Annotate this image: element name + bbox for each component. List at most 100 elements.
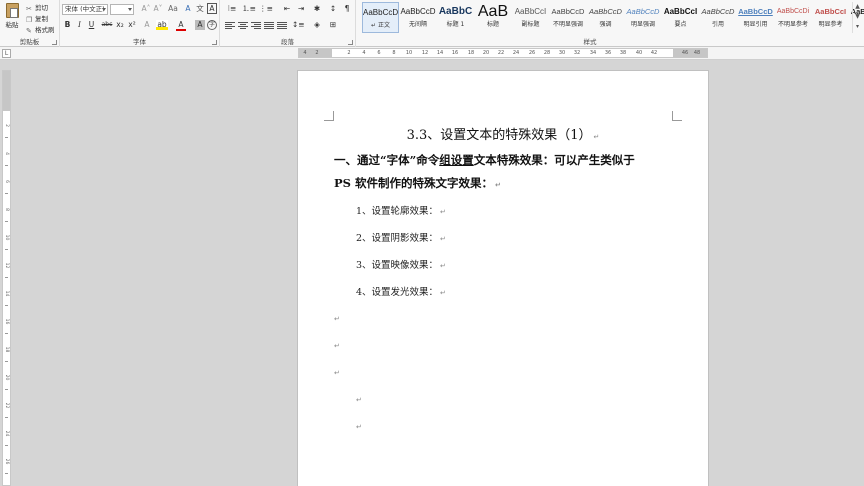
increase-indent-button[interactable]: ⇥ (295, 4, 307, 14)
font-size-select[interactable] (110, 4, 134, 15)
heading-line-1[interactable]: 一、通过“字体”命令组设置文本特殊效果：可以产生类似于 (334, 152, 635, 168)
superscript-button[interactable]: x² (127, 20, 137, 30)
format-painter-button[interactable]: ✎ 格式刷 (26, 24, 55, 35)
ruler-number: 20 (4, 374, 9, 381)
horizontal-ruler[interactable]: 4 2 2 4 6 8 10 12 14 16 18 20 22 24 26 28 30 32 34 36 38 40 42… (298, 48, 708, 58)
shrink-font-button[interactable]: A˅ (153, 4, 163, 14)
text-effects-button[interactable]: A (141, 20, 153, 30)
ruler-number: 42 (650, 50, 658, 56)
style-item[interactable]: AaBbCcD ↵ 正文 (362, 2, 399, 33)
chinese-layout-button[interactable]: ✱ (311, 4, 323, 14)
subscript-button[interactable]: x₂ (115, 20, 125, 30)
document-title[interactable]: 3.3、设置文本的特殊效果（1） ↵ (298, 124, 708, 143)
style-item[interactable]: AaBbCcD 不明显强调 (550, 2, 587, 33)
bullets-button[interactable]: ⁝≡ (225, 4, 239, 14)
ruler-number: 4 (4, 152, 9, 155)
heading-line-2[interactable]: PS 软件制作的特殊文字效果： ↵ (334, 175, 501, 191)
ruler-number: 22 (4, 402, 9, 409)
vertical-ruler[interactable]: 246810121416182022242628 (2, 70, 11, 486)
style-item[interactable]: AaBbCcD 明显引用 (737, 2, 774, 33)
style-item[interactable]: AaBbCcI 要点 (662, 2, 699, 33)
align-left-button[interactable] (225, 21, 235, 30)
char-shading-button[interactable]: A (195, 20, 205, 30)
ruler-number: 22 (497, 50, 505, 56)
ruler-tick (5, 249, 8, 250)
multilevel-list-button[interactable]: ⋮≡ (259, 4, 273, 14)
font-name-value: 宋体 (中文正) (65, 5, 105, 13)
ruler-tick (5, 193, 8, 194)
show-marks-button[interactable]: ¶ (341, 4, 353, 14)
ruler-tick (5, 333, 8, 334)
bold-button[interactable]: B (63, 20, 72, 30)
style-item[interactable]: AaBbCcD 引用 (700, 2, 737, 33)
chevron-up-icon[interactable]: ▲ (853, 2, 862, 12)
clipboard-dialog-launcher[interactable] (52, 40, 57, 45)
sort-button[interactable]: ↕ (327, 4, 339, 14)
style-item[interactable]: AaBbCcDi 不明显参考 (775, 2, 812, 33)
strikethrough-button[interactable]: abc (100, 20, 114, 30)
align-right-button[interactable] (251, 21, 261, 30)
style-name: 明显参考 (818, 21, 843, 28)
borders-button[interactable]: ⊞ (327, 20, 339, 30)
style-item[interactable]: AaBbCcD 明显强调 (625, 2, 662, 33)
ruler-number: 36 (604, 50, 612, 56)
paragraph-mark: ↵ (356, 423, 362, 431)
justify-button[interactable] (264, 21, 274, 30)
document-page[interactable]: 3.3、设置文本的特殊效果（1） ↵ 一、通过“字体”命令组设置文本特殊效果：可以… (297, 70, 709, 486)
ruler-number: 4 (303, 50, 307, 56)
change-case-button[interactable]: Aa (167, 4, 179, 14)
numbering-button[interactable]: ⒈≡ (242, 4, 256, 14)
style-sample: AaBbC (438, 6, 473, 17)
chevron-down-icon (128, 8, 132, 11)
underline-button[interactable]: U (87, 20, 96, 30)
pilcrow-icon: ¶ (344, 4, 350, 13)
font-dialog-launcher[interactable] (212, 40, 217, 45)
list-item[interactable]: 2、设置阴影效果： ↵ (356, 230, 446, 244)
list-item[interactable]: 4、设置发光效果： ↵ (356, 284, 446, 298)
style-sample: AaBbCcI (514, 7, 547, 16)
chinese-layout-icon: ✱ (313, 4, 321, 13)
line-spacing-button[interactable]: ↕≡ (292, 20, 305, 30)
enclose-char-button[interactable]: 字 (207, 20, 217, 30)
ruler-tick (5, 305, 8, 306)
decrease-indent-icon: ⇤ (283, 4, 291, 13)
shading-button[interactable]: ◈ (311, 20, 323, 30)
more-icon[interactable]: ▾ (853, 22, 862, 32)
chevron-down-icon[interactable]: ▼ (853, 12, 862, 22)
list-item[interactable]: 3、设置映像效果： ↵ (356, 257, 446, 271)
paste-icon (5, 3, 19, 18)
grow-font-button[interactable]: A˄ (141, 4, 151, 14)
style-sample: AaBbCcDi (776, 8, 810, 15)
style-item[interactable]: AaBbC 标题 1 (437, 2, 474, 33)
style-item[interactable]: AaBbCcD 无间隔 (400, 2, 437, 33)
tab-selector-button[interactable]: L (2, 49, 11, 58)
style-item[interactable]: AaBbCcD 强调 (587, 2, 624, 33)
ruler-number: 10 (405, 50, 413, 56)
styles-scroll[interactable]: ▲ ▼ ▾ (852, 2, 862, 33)
clear-format-button[interactable]: A (183, 4, 193, 14)
ruler-number: 2 (4, 124, 9, 127)
ruler-number: 18 (467, 50, 475, 56)
list-item[interactable]: 1、设置轮廓效果： ↵ (356, 203, 446, 217)
font-color-button[interactable]: A (176, 20, 186, 31)
char-border-button[interactable]: A (207, 3, 217, 14)
ruler-top-margin (3, 71, 10, 111)
style-sample: AaB (477, 3, 509, 19)
cut-button[interactable]: ✂ 剪切 (26, 2, 48, 13)
align-center-button[interactable] (238, 21, 248, 30)
paragraph-dialog-launcher[interactable] (348, 40, 353, 45)
decrease-indent-button[interactable]: ⇤ (281, 4, 293, 14)
italic-button[interactable]: I (75, 20, 84, 30)
font-name-select[interactable]: 宋体 (中文正) (62, 4, 108, 15)
style-item[interactable]: AaBbCcI 明显参考 (812, 2, 849, 33)
distributed-button[interactable] (277, 21, 287, 30)
copy-button[interactable]: ❐ 复制 (26, 13, 48, 24)
highlight-button[interactable]: ab (156, 20, 168, 30)
cut-label: 剪切 (35, 4, 48, 12)
phonetic-guide-button[interactable]: 文 (195, 4, 205, 14)
ruler-number: 38 (619, 50, 627, 56)
style-item[interactable]: AaBbCcI 副标题 (512, 2, 549, 33)
ruler-tick (5, 389, 8, 390)
style-item[interactable]: AaB 标题 (475, 2, 512, 33)
paste-button[interactable]: 粘贴 (2, 2, 22, 36)
